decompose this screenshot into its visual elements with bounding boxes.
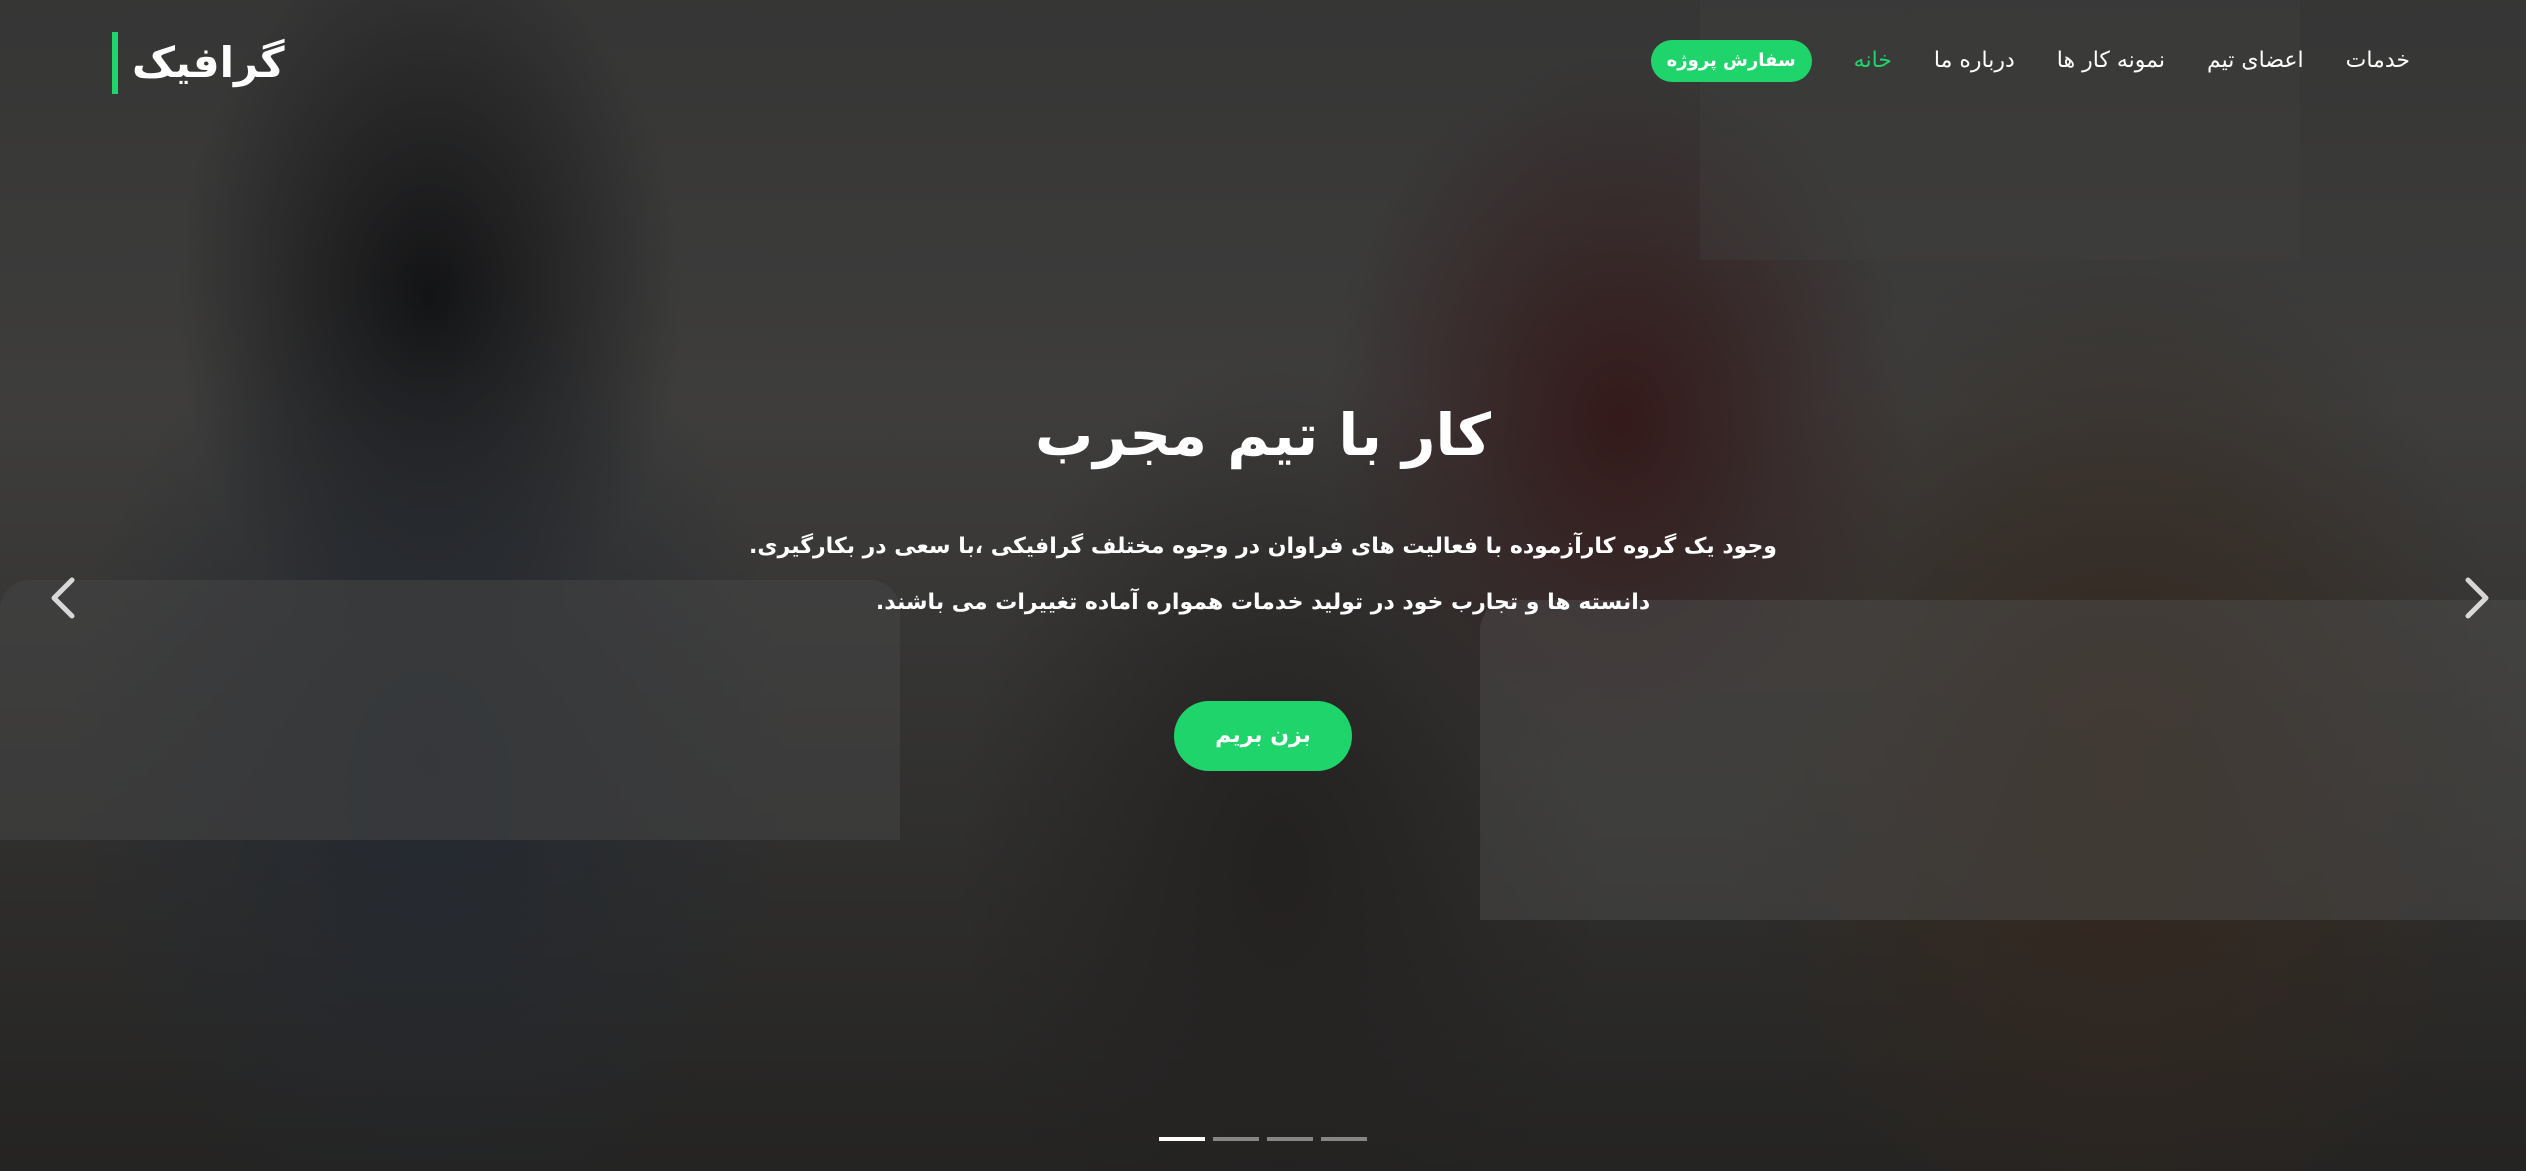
carousel-indicators [0, 1137, 2526, 1141]
nav-item-about[interactable]: درباره ما [1934, 41, 2015, 81]
nav-item-team[interactable]: اعضای تیم [2207, 41, 2304, 81]
site-logo[interactable]: گرافیک [112, 32, 285, 94]
carousel-indicator[interactable] [1267, 1137, 1313, 1141]
hero-description-line-1: وجود یک گروه کارآزموده با فعالیت های فرا… [749, 534, 1777, 559]
nav-item-services[interactable]: خدمات [2346, 41, 2410, 81]
carousel-indicator[interactable] [1321, 1137, 1367, 1141]
nav-item-portfolio[interactable]: نمونه کار ها [2057, 41, 2165, 81]
carousel-indicator[interactable] [1213, 1137, 1259, 1141]
order-project-button[interactable]: سفارش پروژه [1650, 40, 1812, 82]
hero-description-line-2: دانسته ها و تجارب خود در تولید خدمات همو… [875, 590, 1651, 615]
carousel-next-button[interactable] [2456, 572, 2496, 624]
carousel-prev-button[interactable] [44, 572, 84, 624]
hero-carousel: گرافیک خدمات اعضای تیم نمونه کار ها دربا… [0, 0, 2526, 1171]
hero-title: کار با تیم مجرب [1034, 401, 1492, 469]
chevron-left-icon [51, 577, 75, 619]
main-navigation: خدمات اعضای تیم نمونه کار ها درباره ما خ… [1650, 40, 2410, 82]
hero-content: کار با تیم مجرب وجود یک گروه کارآزموده ب… [0, 395, 2526, 771]
chevron-right-icon [2465, 577, 2489, 619]
lets-go-button[interactable]: بزن بریم [1174, 701, 1352, 771]
hero-description: وجود یک گروه کارآزموده با فعالیت های فرا… [0, 519, 2526, 631]
carousel-indicator[interactable] [1159, 1137, 1205, 1141]
nav-item-home[interactable]: خانه [1854, 41, 1892, 81]
